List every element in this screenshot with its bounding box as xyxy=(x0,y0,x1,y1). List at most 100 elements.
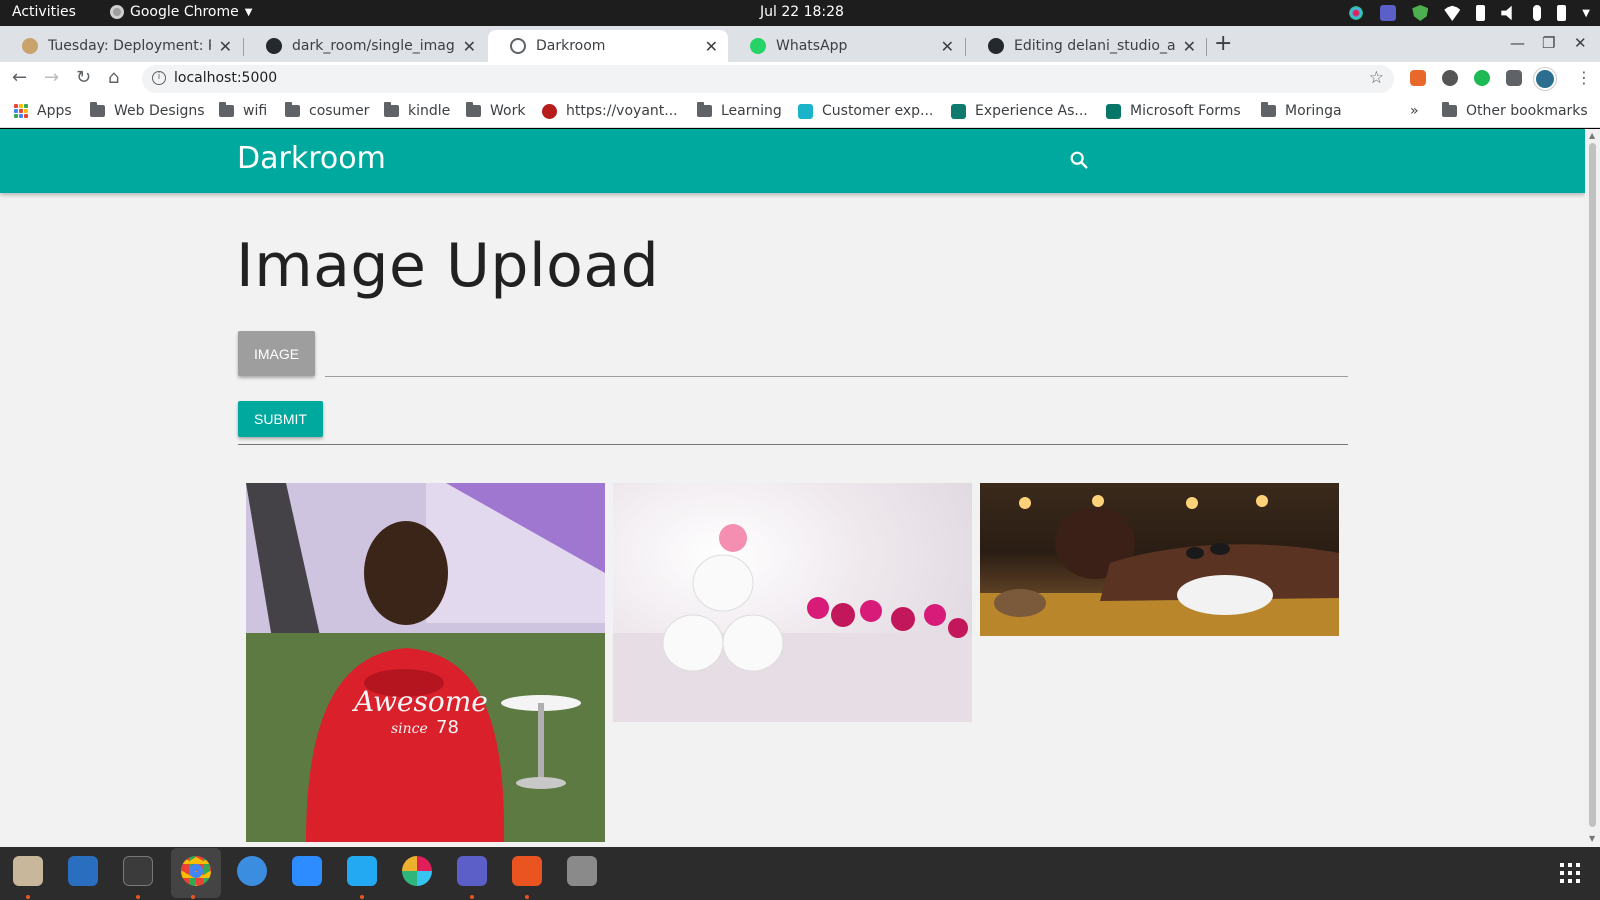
software-center-app-icon[interactable] xyxy=(512,856,542,886)
bookmark-cosumer[interactable]: cosumer xyxy=(285,102,369,119)
shield-icon[interactable] xyxy=(1412,5,1429,21)
bluetooth-icon[interactable] xyxy=(1476,5,1486,21)
scroll-down-icon[interactable]: ▼ xyxy=(1589,834,1595,843)
back-icon[interactable]: ← xyxy=(12,67,27,88)
browser-toolbar: ← → ↻ ⌂ i localhost:5000 ☆ ⋮ xyxy=(0,62,1600,96)
bookmark-voyant[interactable]: https://voyant... xyxy=(542,103,678,119)
forward-icon[interactable]: → xyxy=(44,67,59,88)
url-text[interactable]: localhost:5000 xyxy=(174,70,277,86)
simplenote-app-icon[interactable] xyxy=(237,856,267,886)
page-scrollbar[interactable]: ▲ ▼ xyxy=(1585,129,1600,847)
tab-deployment[interactable]: Tuesday: Deployment: Pre ✕ xyxy=(0,30,242,62)
volume-icon[interactable] xyxy=(1501,5,1512,21)
files-app-icon[interactable] xyxy=(13,856,43,886)
zoom-app-icon[interactable] xyxy=(292,856,322,886)
home-icon[interactable]: ⌂ xyxy=(108,67,119,88)
bookmark-web-designs[interactable]: Web Designs xyxy=(90,102,205,119)
search-icon[interactable] xyxy=(1068,149,1090,171)
slack-app-icon[interactable] xyxy=(402,856,432,886)
tab-editing-delani[interactable]: Editing delani_studio_app ✕ xyxy=(966,30,1206,62)
bookmark-apps[interactable]: Apps xyxy=(14,103,72,119)
text-editor-app-icon[interactable] xyxy=(68,856,98,886)
star-icon[interactable]: ☆ xyxy=(1369,68,1384,88)
bookmark-learning[interactable]: Learning xyxy=(697,102,782,119)
microphone-icon[interactable] xyxy=(1533,5,1542,21)
submit-button[interactable]: SUBMIT xyxy=(238,401,323,437)
tab-darkroom[interactable]: Darkroom ✕ xyxy=(488,30,728,62)
new-tab-button[interactable]: + xyxy=(1214,31,1232,56)
wifi-icon[interactable] xyxy=(1444,5,1461,21)
terminal-app-icon[interactable] xyxy=(123,856,153,886)
svg-text:Awesome: Awesome xyxy=(351,685,488,718)
bookmark-kindle[interactable]: kindle xyxy=(384,102,450,119)
restore-button[interactable]: ❐ xyxy=(1542,34,1555,52)
tag-extension-icon[interactable] xyxy=(1410,70,1426,86)
teams-tray-icon[interactable] xyxy=(1380,5,1397,21)
site-navbar: Darkroom xyxy=(0,129,1585,193)
whatsapp-icon xyxy=(750,38,766,54)
gallery-image-person[interactable]: Awesome since 78 xyxy=(246,483,605,842)
system-top-bar: Activities Google Chrome ▼ Jul 22 18:28 … xyxy=(0,0,1600,26)
system-tray[interactable]: ▼ xyxy=(1348,3,1590,23)
teams-app-icon[interactable] xyxy=(457,856,487,886)
circle-extension-icon[interactable] xyxy=(1442,70,1458,86)
tab-title: Darkroom xyxy=(536,38,606,54)
chrome-app-icon[interactable] xyxy=(181,856,211,886)
gallery-image-towels[interactable] xyxy=(613,483,972,722)
vscode-app-icon[interactable] xyxy=(347,856,377,886)
folder-icon xyxy=(466,102,481,117)
menu-kebab-icon[interactable]: ⋮ xyxy=(1576,68,1592,87)
bookmark-microsoft-forms[interactable]: Microsoft Forms xyxy=(1106,103,1241,119)
close-icon[interactable]: ✕ xyxy=(941,37,954,56)
app-menu-label: Google Chrome xyxy=(130,4,239,20)
battery-icon[interactable] xyxy=(1557,5,1567,21)
bookmark-experience-as[interactable]: Experience As... xyxy=(951,103,1088,119)
tab-whatsapp[interactable]: WhatsApp ✕ xyxy=(728,30,964,62)
profile-avatar[interactable] xyxy=(1534,68,1556,90)
web-page: Darkroom Image Upload IMAGE SUBMIT Aweso… xyxy=(0,129,1585,847)
image-file-button[interactable]: IMAGE xyxy=(238,331,315,376)
chevron-down-icon[interactable]: ▼ xyxy=(1582,8,1590,19)
bookmark-customer-exp[interactable]: Customer exp... xyxy=(798,103,933,119)
activities-button[interactable]: Activities xyxy=(12,4,76,20)
scrollbar-thumb[interactable] xyxy=(1589,143,1596,827)
bookmark-moringa[interactable]: Moringa xyxy=(1261,102,1342,119)
info-icon[interactable]: i xyxy=(152,71,166,85)
tab-github-dark-room[interactable]: dark_room/single_image ✕ xyxy=(244,30,486,62)
chrome-icon xyxy=(110,5,124,19)
address-bar[interactable]: i localhost:5000 ☆ xyxy=(142,65,1394,93)
site-brand[interactable]: Darkroom xyxy=(237,141,386,176)
gallery-image-spa[interactable] xyxy=(980,483,1339,636)
folder-icon xyxy=(285,102,300,117)
close-window-button[interactable]: ✕ xyxy=(1574,34,1587,52)
reload-icon[interactable]: ↻ xyxy=(76,67,91,88)
puzzle-icon[interactable] xyxy=(1506,70,1522,86)
bookmark-other[interactable]: Other bookmarks xyxy=(1442,102,1588,119)
more-bookmarks-button[interactable]: » xyxy=(1410,103,1419,119)
bookmark-work[interactable]: Work xyxy=(466,102,525,119)
app-menu[interactable]: Google Chrome ▼ xyxy=(110,4,252,20)
minimize-button[interactable]: — xyxy=(1510,34,1525,52)
close-icon[interactable]: ✕ xyxy=(463,37,476,56)
tab-strip: Tuesday: Deployment: Pre ✕ dark_room/sin… xyxy=(0,26,1600,62)
disk-utility-app-icon[interactable] xyxy=(567,856,597,886)
show-applications-icon[interactable] xyxy=(1560,863,1580,883)
close-icon[interactable]: ✕ xyxy=(705,37,718,56)
chevron-down-icon: ▼ xyxy=(244,6,253,18)
green-extension-icon[interactable] xyxy=(1474,70,1490,86)
bookmark-label: Experience As... xyxy=(975,103,1088,119)
slack-tray-icon[interactable] xyxy=(1348,5,1365,21)
bookmark-wifi[interactable]: wifi xyxy=(219,102,267,119)
close-icon[interactable]: ✕ xyxy=(1183,37,1196,56)
scroll-up-icon[interactable]: ▲ xyxy=(1589,131,1595,140)
bookmark-label: Apps xyxy=(37,103,72,119)
file-path-input[interactable] xyxy=(325,339,1348,377)
tab-title: dark_room/single_image xyxy=(292,38,455,54)
running-indicator xyxy=(191,895,195,899)
close-icon[interactable]: ✕ xyxy=(219,37,232,56)
form-divider xyxy=(238,444,1348,445)
running-indicator xyxy=(26,895,30,899)
running-indicator xyxy=(525,895,529,899)
clock[interactable]: Jul 22 18:28 xyxy=(760,4,844,20)
running-indicator xyxy=(360,895,364,899)
